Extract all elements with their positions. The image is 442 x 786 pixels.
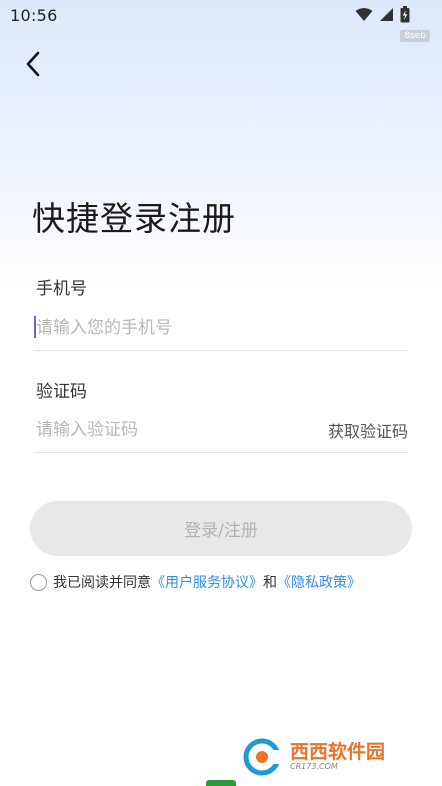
agreement-prefix: 我已阅读并同意 <box>53 575 151 591</box>
bottom-edge-icon <box>206 780 236 786</box>
cr-logo-icon <box>243 738 286 776</box>
code-label: 验证码 <box>36 382 87 402</box>
phone-label: 手机号 <box>36 279 87 299</box>
back-button[interactable] <box>18 48 48 80</box>
signal-icon <box>380 8 393 21</box>
watermark-brand: 西西软件园 <box>290 741 386 764</box>
agreement-and: 和 <box>263 575 277 591</box>
status-time: 10:56 <box>10 6 58 25</box>
page-title: 快捷登录注册 <box>32 199 236 238</box>
wifi-icon <box>355 8 373 21</box>
site-watermark-logo: 西西软件园 CR173.COM <box>242 738 420 776</box>
agreement-checkbox[interactable] <box>30 573 47 591</box>
get-code-button[interactable]: 获取验证码 <box>328 418 408 442</box>
phone-input-row <box>34 306 408 351</box>
battery-icon <box>400 6 410 23</box>
status-bar: 10:56 <box>0 0 442 30</box>
privacy-link[interactable]: 《隐私政策》 <box>277 572 361 592</box>
code-input-row: 获取验证码 <box>34 408 408 453</box>
watermark-domain: CR173.COM <box>290 762 338 772</box>
phone-input[interactable] <box>36 308 406 348</box>
corner-badge: 8seb <box>400 30 430 42</box>
back-arrow-icon <box>26 51 40 77</box>
agreement-row: 我已阅读并同意 《用户服务协议》 和 《隐私政策》 <box>30 572 361 592</box>
terms-link[interactable]: 《用户服务协议》 <box>151 572 263 592</box>
status-icons <box>355 6 410 23</box>
code-input[interactable] <box>36 410 296 450</box>
login-register-button[interactable]: 登录/注册 <box>30 501 412 556</box>
